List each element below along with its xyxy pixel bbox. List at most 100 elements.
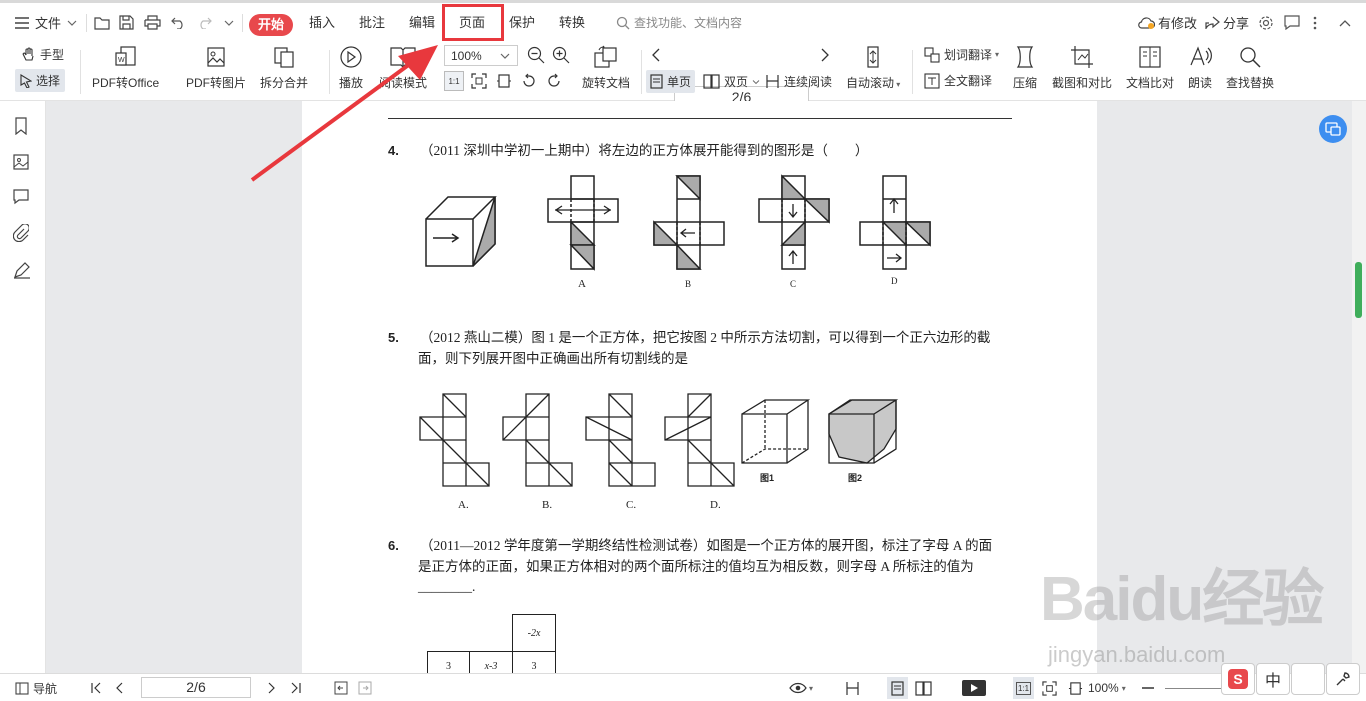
open-button[interactable] bbox=[94, 3, 111, 42]
save-button[interactable] bbox=[119, 3, 134, 42]
tab-insert[interactable]: 插入 bbox=[309, 3, 335, 42]
continuous-read-button[interactable]: 连续阅读 bbox=[765, 73, 832, 90]
navigation-toggle[interactable]: 导航 bbox=[15, 674, 57, 701]
chevron-down-icon bbox=[67, 20, 77, 26]
divider bbox=[912, 50, 913, 94]
ime-night-mode-button[interactable] bbox=[1291, 663, 1325, 695]
doc-compare-button[interactable]: 文档比对 bbox=[1126, 45, 1174, 91]
tab-edit[interactable]: 编辑 bbox=[409, 3, 435, 42]
zoom-in-button[interactable] bbox=[552, 46, 570, 64]
settings-button[interactable] bbox=[1258, 3, 1274, 42]
floating-assistant-button[interactable] bbox=[1319, 115, 1347, 143]
eye-protection-button[interactable]: ▾ bbox=[789, 674, 813, 701]
first-page-button[interactable] bbox=[90, 674, 102, 701]
quick-access-dropdown[interactable] bbox=[224, 3, 234, 42]
question-6-answer-blank[interactable]: ________. bbox=[418, 576, 475, 597]
rotate-left-button[interactable] bbox=[521, 73, 537, 89]
share-button[interactable]: 分享 bbox=[1205, 3, 1249, 42]
vertical-scrollbar[interactable] bbox=[1352, 101, 1366, 673]
tab-start[interactable]: 开始 bbox=[249, 14, 293, 36]
back-icon bbox=[334, 681, 348, 695]
hand-tool[interactable]: 手型 bbox=[22, 46, 64, 63]
zoom-out-button[interactable] bbox=[527, 46, 545, 64]
attachment-button[interactable] bbox=[12, 223, 33, 244]
ribbon-toolbar: 手型 选择 W PDF转Office PDF转图片 拆分合并 播放 阅读模式 1… bbox=[0, 42, 1366, 108]
page-number-input[interactable]: 2/6 bbox=[141, 677, 251, 698]
question-5-line-1: （2012 燕山二模）图 1 是一个正方体，把它按图 2 中所示方法切割，可以得… bbox=[420, 330, 991, 345]
prev-page-button[interactable] bbox=[115, 674, 123, 701]
select-tool[interactable]: 选择 bbox=[15, 69, 66, 92]
redo-button[interactable] bbox=[197, 3, 212, 42]
search-box[interactable]: 查找功能、文档内容 bbox=[616, 3, 742, 42]
undo-button[interactable] bbox=[171, 3, 186, 42]
full-translate-button[interactable]: 全文翻译 bbox=[924, 72, 992, 89]
divider bbox=[86, 14, 87, 32]
pdf-to-office-button[interactable]: W PDF转Office bbox=[92, 45, 159, 91]
prev-page-button[interactable] bbox=[652, 48, 660, 62]
zoom-select[interactable]: 100% bbox=[444, 45, 518, 66]
find-replace-button[interactable]: 查找替换 bbox=[1226, 45, 1274, 91]
tools-icon bbox=[1336, 672, 1350, 686]
single-page-label: 单页 bbox=[667, 75, 692, 89]
annotation-button[interactable] bbox=[13, 189, 33, 209]
fit-page-icon bbox=[1042, 680, 1057, 696]
image-icon bbox=[207, 47, 225, 67]
navigation-label: 导航 bbox=[33, 681, 58, 696]
auto-scroll-button[interactable]: 自动滚动 ▾ bbox=[846, 45, 900, 91]
actual-size-button[interactable]: 1:1 bbox=[1013, 677, 1035, 699]
bookmark-button[interactable] bbox=[13, 117, 33, 137]
last-page-icon bbox=[291, 682, 301, 694]
search-icon bbox=[1240, 47, 1261, 68]
zoom-out-button[interactable] bbox=[1142, 674, 1154, 701]
file-menu[interactable]: 文件 bbox=[14, 3, 77, 42]
scrollbar-thumb[interactable] bbox=[1355, 262, 1362, 318]
double-page-button[interactable]: 双页 bbox=[703, 73, 760, 90]
option-b-label: B bbox=[685, 279, 691, 289]
net-cell: x-3 bbox=[469, 651, 513, 673]
modified-status[interactable]: 有修改 bbox=[1137, 3, 1197, 42]
slideshow-button[interactable] bbox=[962, 674, 986, 701]
continuous-view-button[interactable] bbox=[845, 674, 860, 701]
print-button[interactable] bbox=[144, 3, 161, 42]
divider bbox=[242, 14, 243, 32]
tab-comment[interactable]: 批注 bbox=[359, 3, 385, 42]
last-page-button[interactable] bbox=[290, 674, 302, 701]
zoom-dropdown[interactable]: 100% ▾ bbox=[1068, 674, 1126, 701]
single-page-button[interactable]: 单页 bbox=[646, 70, 696, 93]
ime-sogou-button[interactable]: S bbox=[1221, 663, 1255, 695]
net-5c bbox=[585, 393, 656, 487]
rotate-doc-button[interactable]: 旋转文档 bbox=[582, 45, 630, 91]
collapse-ribbon-button[interactable] bbox=[1339, 3, 1351, 42]
thumbnail-button[interactable] bbox=[13, 153, 33, 173]
tab-protect[interactable]: 保护 bbox=[509, 3, 535, 42]
fit-page-button[interactable] bbox=[1042, 674, 1057, 701]
pdf-to-image-button[interactable]: PDF转图片 bbox=[186, 45, 246, 91]
ime-language-button[interactable]: 中 bbox=[1256, 663, 1290, 695]
read-aloud-button[interactable]: 朗读 bbox=[1188, 45, 1212, 91]
zoom-slider[interactable] bbox=[1165, 674, 1225, 701]
single-page-icon bbox=[650, 74, 663, 89]
next-page-button[interactable] bbox=[268, 674, 276, 701]
forward-button[interactable] bbox=[358, 674, 372, 701]
single-view-button[interactable] bbox=[887, 677, 908, 699]
doc-compare-icon bbox=[1139, 46, 1161, 68]
next-page-button[interactable] bbox=[821, 48, 829, 62]
double-view-button[interactable] bbox=[915, 674, 932, 701]
ime-tools-button[interactable] bbox=[1326, 663, 1360, 695]
figure-2-label: 图2 bbox=[848, 473, 862, 483]
tab-convert[interactable]: 转换 bbox=[559, 3, 585, 42]
rotate-right-button[interactable] bbox=[546, 73, 562, 89]
chevron-down-icon bbox=[752, 79, 760, 84]
fit-page-button[interactable] bbox=[471, 73, 487, 89]
signature-button[interactable] bbox=[13, 261, 33, 281]
title-toolbar: 文件 开始 插入 批注 编辑 页面 保护 转换 查找功能、文档内容 有修改 分享 bbox=[0, 0, 1366, 42]
feedback-button[interactable] bbox=[1284, 3, 1300, 42]
word-translate-button[interactable]: 划词翻译 ▾ bbox=[924, 46, 999, 63]
question-6-line-1: （2011—2012 学年度第一学期终结性检测试卷）如图是一个正方体的展开图，标… bbox=[420, 538, 993, 553]
compress-button[interactable]: 压缩 bbox=[1013, 45, 1037, 91]
more-button[interactable] bbox=[1313, 3, 1317, 42]
translate-icon bbox=[924, 46, 940, 63]
screenshot-compare-button[interactable]: 截图和对比 bbox=[1052, 45, 1112, 91]
back-button[interactable] bbox=[334, 674, 348, 701]
fit-width-button[interactable] bbox=[496, 73, 512, 89]
